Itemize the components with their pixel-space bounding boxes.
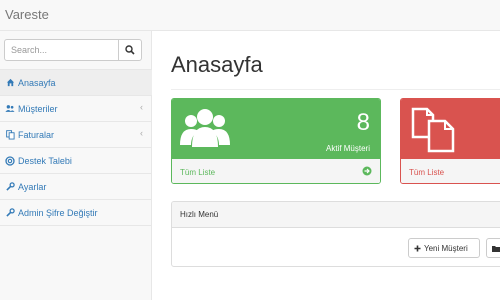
customer-count: 8 bbox=[356, 109, 370, 136]
sidebar: Anasayfa Müşteriler ‹ Faturalar ‹ Destek… bbox=[0, 31, 152, 300]
arrow-circle-right-icon bbox=[362, 166, 372, 176]
sidebar-item-faturalar[interactable]: Faturalar ‹ bbox=[0, 122, 152, 148]
search-button[interactable] bbox=[118, 39, 142, 61]
copy-icon bbox=[5, 129, 15, 140]
search-icon bbox=[125, 45, 135, 55]
plus-icon bbox=[414, 245, 421, 251]
copy-icon bbox=[411, 107, 455, 153]
quick-menu-panel: Hızlı Menü Yeni Müşteri bbox=[171, 201, 500, 267]
sidebar-item-destek-talebi[interactable]: Destek Talebi bbox=[0, 148, 152, 174]
customer-count-label: Aktif Müşteri bbox=[325, 144, 370, 153]
sidebar-menu: Anasayfa Müşteriler ‹ Faturalar ‹ Destek… bbox=[0, 69, 152, 226]
main-content: Anasayfa 8 Aktif Müşteri Tüm Liste Tüm L… bbox=[153, 31, 500, 300]
invoices-panel-footer[interactable]: Tüm Liste bbox=[401, 159, 500, 183]
search-input[interactable] bbox=[4, 39, 119, 61]
home-icon bbox=[5, 78, 15, 88]
sidebar-item-label: Admin Şifre Değiştir bbox=[18, 207, 98, 218]
sidebar-item-admin-sifre-degistir[interactable]: Admin Şifre Değiştir bbox=[0, 200, 152, 226]
invoices-panel-heading bbox=[401, 99, 500, 159]
chevron-left-icon: ‹ bbox=[140, 102, 143, 112]
search-group bbox=[4, 39, 142, 61]
users-icon bbox=[5, 104, 15, 114]
sidebar-item-label: Destek Talebi bbox=[18, 155, 72, 166]
customers-panel-footer[interactable]: Tüm Liste bbox=[172, 159, 380, 183]
chevron-left-icon: ‹ bbox=[140, 128, 143, 138]
new-customer-button-label: Yeni Müşteri bbox=[424, 243, 468, 253]
title-divider bbox=[171, 89, 500, 90]
sidebar-item-label: Ayarlar bbox=[18, 181, 47, 192]
top-navbar: Vareste bbox=[0, 0, 500, 31]
sidebar-item-musteriler[interactable]: Müşteriler ‹ bbox=[0, 96, 152, 122]
sidebar-item-ayarlar[interactable]: Ayarlar bbox=[0, 174, 152, 200]
sidebar-item-anasayfa[interactable]: Anasayfa bbox=[0, 70, 152, 96]
folder-button[interactable] bbox=[486, 238, 500, 258]
customers-panel: 8 Aktif Müşteri Tüm Liste bbox=[171, 98, 381, 184]
invoices-list-link[interactable]: Tüm Liste bbox=[409, 168, 444, 177]
wrench-icon bbox=[5, 182, 15, 192]
sidebar-item-label: Müşteriler bbox=[18, 103, 58, 114]
users-icon bbox=[180, 109, 230, 147]
page-title: Anasayfa bbox=[171, 52, 263, 77]
quick-menu-title: Hızlı Menü bbox=[172, 202, 500, 228]
invoices-panel: Tüm Liste bbox=[400, 98, 500, 184]
sidebar-item-label: Anasayfa bbox=[18, 77, 56, 88]
support-icon bbox=[5, 155, 15, 166]
folder-icon bbox=[492, 245, 500, 252]
brand-link[interactable]: Vareste bbox=[5, 7, 49, 22]
customers-panel-heading: 8 Aktif Müşteri bbox=[172, 99, 380, 159]
customers-list-link[interactable]: Tüm Liste bbox=[180, 168, 215, 177]
new-customer-button[interactable]: Yeni Müşteri bbox=[408, 238, 480, 258]
sidebar-item-label: Faturalar bbox=[18, 129, 55, 140]
wrench-icon bbox=[5, 208, 15, 218]
